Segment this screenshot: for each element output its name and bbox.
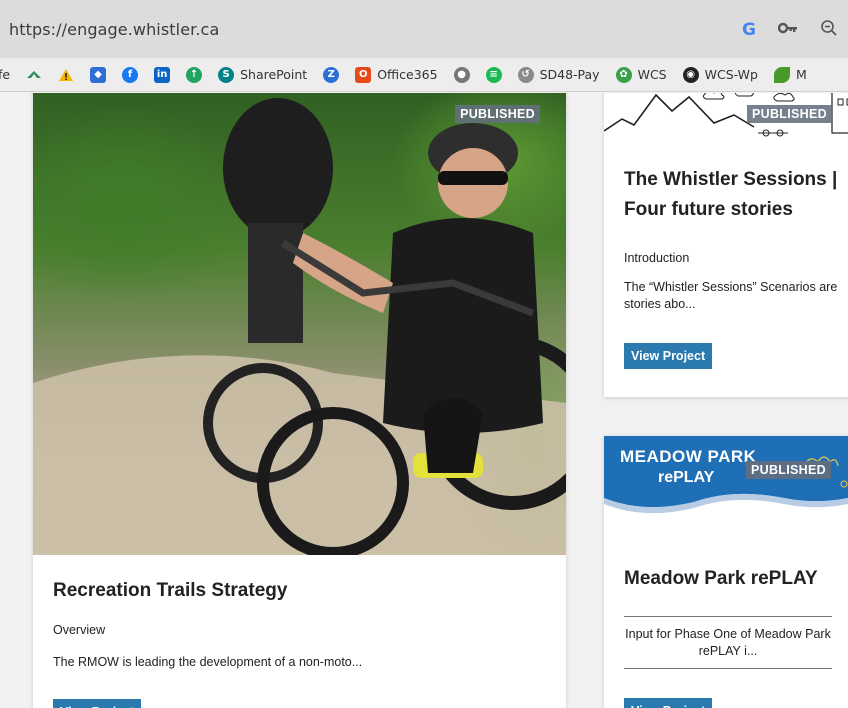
address-bar: https://engage.whistler.ca G xyxy=(0,0,848,58)
card-description: The “Whistler Sessions” Scenarios are st… xyxy=(624,280,838,311)
cloud-icon: ↑ xyxy=(186,66,203,83)
url-text[interactable]: https://engage.whistler.ca xyxy=(9,20,219,39)
spotify-icon: ≡ xyxy=(485,66,502,83)
linkedin-icon: in xyxy=(154,66,171,83)
pay-icon: ↺ xyxy=(517,66,534,83)
card-title[interactable]: Recreation Trails Strategy xyxy=(53,580,287,602)
key-icon[interactable] xyxy=(777,20,798,40)
bookmark-dropbox[interactable]: ◆ xyxy=(90,66,107,83)
zoom-out-icon[interactable] xyxy=(820,19,838,42)
bookmark-linkedin[interactable]: in xyxy=(154,66,171,83)
divider xyxy=(624,668,832,669)
leaf-icon xyxy=(773,66,790,83)
card-label: Overview xyxy=(53,623,106,637)
status-badge: PUBLISHED xyxy=(455,105,540,123)
warning-icon xyxy=(58,67,74,83)
sharepoint-icon: S xyxy=(218,66,235,83)
bookmarks-bar: fe ◆ f in ↑ SSharePoint Z OOffice365 ● ≡… xyxy=(0,58,848,92)
card-title[interactable]: The Whistler Sessions | Four future stor… xyxy=(624,165,844,225)
wcs-icon: ✿ xyxy=(615,66,632,83)
bookmark-fe[interactable]: fe xyxy=(0,67,10,82)
bookmark-arrow[interactable] xyxy=(26,67,42,83)
bookmark-apple[interactable]: ● xyxy=(453,66,470,83)
facebook-icon: f xyxy=(122,66,139,83)
page-content: PUBLISHED Recreation Trails Strategy Ove… xyxy=(0,93,848,708)
bookmark-wcs-wp[interactable]: ◉ WCS-Wp xyxy=(682,66,758,83)
bookmark-m[interactable]: M xyxy=(773,66,807,83)
github-icon: ◉ xyxy=(682,66,699,83)
project-card-meadow-park[interactable]: MEADOW PARK rePLAY PUBLISHED Meadow Park… xyxy=(604,436,848,708)
bookmark-sharepoint[interactable]: S SharePoint xyxy=(218,66,307,83)
bookmark-office365[interactable]: O Office365 xyxy=(355,66,438,83)
bookmark-sd48-pay[interactable]: ↺ SD48-Pay xyxy=(517,66,600,83)
arrow-icon xyxy=(26,67,42,83)
bookmark-warning[interactable] xyxy=(58,67,74,83)
view-project-button[interactable]: View Project xyxy=(624,343,713,369)
divider xyxy=(624,616,832,617)
banner-line1-text: MEADOW PARK xyxy=(620,447,757,466)
card-description: The RMOW is leading the development of a… xyxy=(53,655,363,669)
status-badge: PUBLISHED xyxy=(746,461,831,479)
project-card-recreation-trails[interactable]: PUBLISHED Recreation Trails Strategy Ove… xyxy=(33,93,566,708)
project-card-whistler-sessions[interactable]: PUBLISHED The Whistler Sessions | Four f… xyxy=(604,93,848,397)
view-project-button[interactable]: View Project xyxy=(624,698,713,708)
bookmark-zoom[interactable]: Z xyxy=(323,66,340,83)
status-badge: PUBLISHED xyxy=(747,105,832,123)
apple-icon: ● xyxy=(453,66,470,83)
dropbox-icon: ◆ xyxy=(90,66,107,83)
bookmark-wcs[interactable]: ✿ WCS xyxy=(615,66,667,83)
bookmark-spotify[interactable]: ≡ xyxy=(485,66,502,83)
project-photo xyxy=(33,93,566,555)
zoom-icon: Z xyxy=(323,66,340,83)
card-label: Introduction xyxy=(624,251,690,265)
bookmark-cloud[interactable]: ↑ xyxy=(186,66,203,83)
address-bar-icons: G xyxy=(720,18,848,42)
card-description: Input for Phase One of Meadow Park rePLA… xyxy=(625,627,831,658)
bookmark-facebook[interactable]: f xyxy=(122,66,139,83)
office-icon: O xyxy=(355,66,372,83)
banner-line2-text: rePLAY xyxy=(658,469,715,486)
google-icon[interactable]: G xyxy=(742,20,756,40)
card-title[interactable]: Meadow Park rePLAY xyxy=(624,568,818,590)
view-project-button[interactable]: View Project xyxy=(53,699,142,708)
